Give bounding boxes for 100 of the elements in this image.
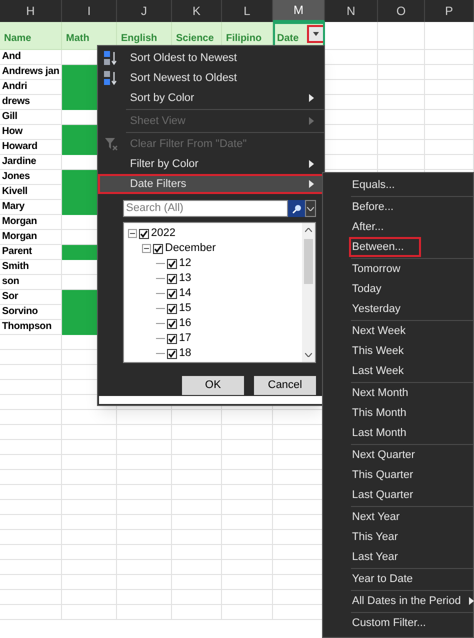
empty-cell — [378, 50, 425, 65]
menu-item[interactable]: Last Quarter — [349, 485, 465, 505]
empty-cell — [62, 530, 117, 545]
scrollbar[interactable] — [302, 223, 315, 362]
menu-item[interactable]: Today — [349, 279, 465, 299]
search-icon — [292, 204, 302, 214]
menu-item[interactable]: Next Month — [349, 383, 465, 403]
menu-item[interactable]: This Year — [349, 527, 465, 547]
empty-cell — [0, 395, 62, 410]
checkbox[interactable] — [167, 258, 177, 268]
tree-item-label[interactable]: December — [165, 243, 216, 254]
empty-cell — [117, 455, 172, 470]
dialog-button[interactable]: Cancel — [254, 376, 316, 395]
scroll-down-icon — [305, 353, 312, 357]
checkbox[interactable] — [167, 304, 177, 314]
menu-item[interactable]: Equals... — [349, 175, 465, 195]
menu-item[interactable]: Yesterday — [349, 299, 465, 319]
menu-item[interactable]: This Month — [349, 403, 465, 423]
menu-item[interactable]: Last Year — [349, 547, 465, 567]
menu-item[interactable]: Next Week — [349, 321, 465, 341]
empty-cell — [378, 140, 425, 155]
dropdown-arrow-icon — [313, 32, 319, 36]
empty-cell — [117, 515, 172, 530]
empty-cell — [0, 455, 62, 470]
checkbox[interactable] — [167, 334, 177, 344]
search-button[interactable] — [288, 200, 305, 217]
menu-item[interactable]: Sort by Color — [98, 88, 324, 108]
empty-cell — [172, 455, 222, 470]
collapse-toggle-icon[interactable] — [128, 229, 137, 238]
scroll-thumb[interactable] — [304, 239, 313, 284]
empty-cell — [0, 575, 62, 590]
empty-cell — [378, 65, 425, 80]
menu-item[interactable]: After... — [349, 217, 465, 237]
empty-cell — [172, 575, 222, 590]
checkbox[interactable] — [167, 274, 177, 284]
empty-cell — [172, 470, 222, 485]
empty-cell — [62, 560, 117, 575]
checkbox[interactable] — [167, 318, 177, 328]
menu-item[interactable]: Last Week — [349, 361, 465, 381]
empty-cell — [172, 425, 222, 440]
empty-cell — [117, 470, 172, 485]
tree-item-label[interactable]: 18 — [179, 348, 192, 359]
header-label: Name — [4, 32, 32, 46]
column-header[interactable]: P — [425, 0, 474, 22]
submenu-arrow-icon — [309, 160, 314, 168]
empty-cell — [172, 560, 222, 575]
empty-cell — [172, 500, 222, 515]
empty-cell — [425, 155, 474, 170]
menu-item[interactable]: Next Year — [349, 507, 465, 527]
checkbox[interactable] — [167, 288, 177, 298]
header-label: Filipino — [226, 32, 262, 46]
tree-item-label[interactable]: 17 — [179, 333, 192, 344]
checkbox[interactable] — [139, 228, 149, 238]
empty-cell — [62, 455, 117, 470]
collapse-toggle-icon[interactable] — [142, 244, 151, 253]
menu-item[interactable]: Sort Oldest to Newest — [98, 48, 324, 68]
header-label: English — [121, 32, 158, 46]
column-header[interactable]: N — [325, 0, 378, 22]
empty-cell — [117, 545, 172, 560]
menu-item[interactable]: Filter by Color — [98, 154, 324, 174]
column-header[interactable]: O — [378, 0, 425, 22]
filter-dropdown-button[interactable] — [309, 27, 323, 41]
empty-cell — [172, 530, 222, 545]
empty-cell — [62, 440, 117, 455]
dialog-button[interactable]: OK — [182, 376, 244, 395]
menu-item[interactable]: Sort Newest to Oldest — [98, 68, 324, 88]
menu-item[interactable]: Year to Date — [349, 569, 465, 589]
tree-item-label[interactable]: 15 — [179, 303, 192, 314]
tree-item-label[interactable]: 13 — [179, 273, 192, 284]
menu-item[interactable]: Next Quarter — [349, 445, 465, 465]
empty-cell — [62, 515, 117, 530]
tree-item-label[interactable]: 12 — [179, 258, 192, 269]
tree-item-label[interactable]: 2022 — [151, 228, 176, 239]
menu-item[interactable]: Before... — [349, 197, 465, 217]
column-header[interactable]: M — [273, 0, 325, 22]
tree-item-label[interactable]: 14 — [179, 288, 192, 299]
empty-cell — [0, 425, 62, 440]
menu-item[interactable]: Last Month — [349, 423, 465, 443]
menu-item[interactable]: Custom Filter... — [349, 613, 465, 633]
checkbox[interactable] — [167, 348, 177, 358]
submenu-arrow-icon — [468, 597, 474, 605]
menu-item[interactable]: This Week — [349, 341, 465, 361]
menu-item[interactable]: Tomorrow — [349, 259, 465, 279]
empty-cell — [425, 65, 474, 80]
menu-item[interactable]: This Quarter — [349, 465, 465, 485]
menu-item[interactable]: Between... — [349, 237, 421, 257]
menu-item[interactable]: All Dates in the Period — [349, 591, 474, 611]
empty-cell — [425, 95, 474, 110]
chevron-down-icon — [307, 206, 314, 210]
search-field[interactable]: Search (All) — [123, 200, 288, 217]
checkbox[interactable] — [153, 244, 163, 254]
submenu-arrow-icon — [309, 180, 314, 188]
empty-cell — [0, 500, 62, 515]
tree-item-label[interactable]: 16 — [179, 318, 192, 329]
empty-cell — [172, 410, 222, 425]
empty-cell — [378, 22, 425, 50]
menu-item[interactable]: Date Filters — [98, 174, 324, 194]
empty-cell — [425, 125, 474, 140]
empty-cell — [172, 485, 222, 500]
search-options-button[interactable] — [305, 200, 316, 217]
